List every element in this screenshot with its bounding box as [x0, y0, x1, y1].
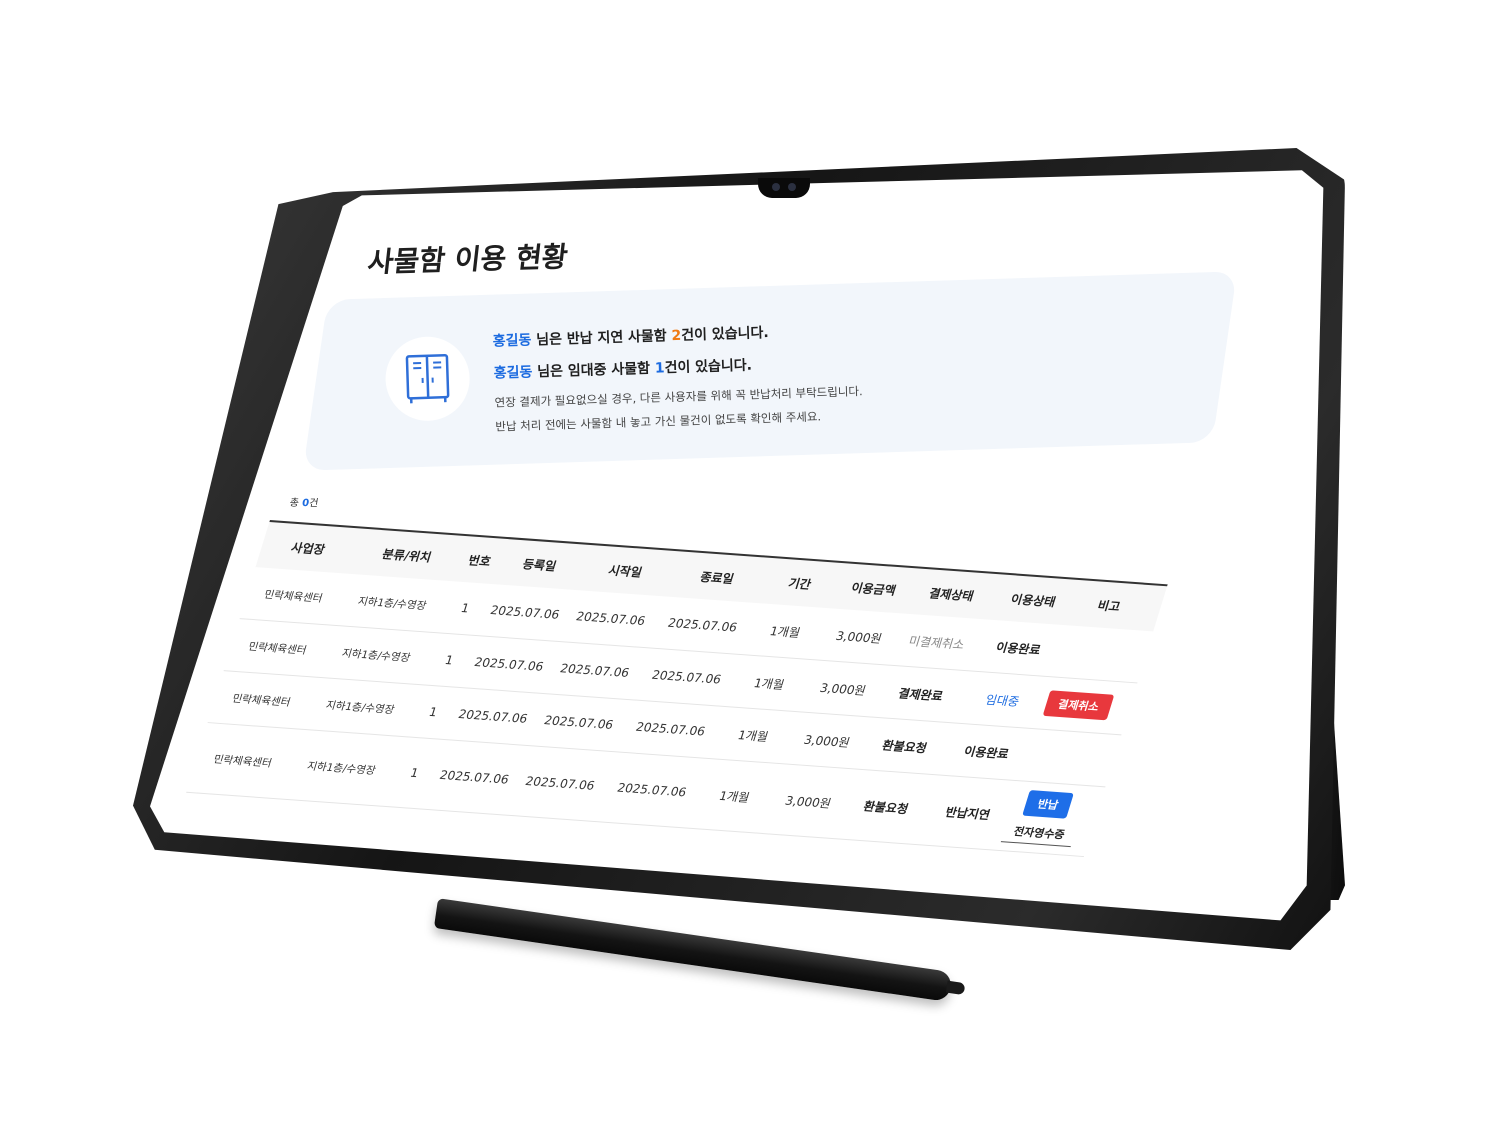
usage-status: 이용완료 — [994, 639, 1043, 657]
col-start: 시작일 — [606, 562, 645, 580]
locker-status-page: 사물함 이용 현황 홍길동 님은 반납 지연 사물함 2건이 있습니다. 홍길동… — [150, 170, 1323, 920]
col-registered: 등록일 — [520, 556, 559, 573]
payment-status: 환불요청 — [861, 798, 911, 816]
payment-status: 환불요청 — [880, 738, 929, 755]
payment-status: 미결제취소 — [907, 633, 967, 652]
col-usage: 이용상태 — [1009, 591, 1058, 609]
payment-status: 결제완료 — [896, 686, 945, 703]
col-payment: 결제상태 — [927, 585, 976, 603]
return-button[interactable]: 반납 — [1022, 790, 1075, 819]
user-name: 홍길동 — [492, 332, 532, 350]
col-location: 분류/위치 — [380, 546, 434, 564]
notice-text: 홍길동 님은 반납 지연 사물함 2건이 있습니다. 홍길동 님은 임대중 사물… — [492, 308, 1215, 443]
col-end: 종료일 — [698, 569, 736, 586]
col-amount: 이용금액 — [849, 580, 898, 598]
page-title: 사물함 이용 현황 — [366, 240, 570, 279]
notice-box: 홍길동 님은 반납 지연 사물함 2건이 있습니다. 홍길동 님은 임대중 사물… — [302, 271, 1238, 471]
usage-status: 임대중 — [983, 692, 1022, 709]
col-number: 번호 — [466, 552, 493, 569]
tablet-screen: 사물함 이용 현황 홍길동 님은 반납 지연 사물함 2건이 있습니다. 홍길동… — [150, 170, 1324, 921]
locker-table: 사업장 분류/위치 번호 등록일 시작일 종료일 기간 이용금액 결제상태 이용… — [186, 520, 1168, 858]
front-camera — [758, 178, 810, 198]
e-receipt-link[interactable]: 전자영수증 — [1000, 822, 1077, 848]
renting-count: 1 — [654, 360, 665, 377]
overdue-count: 2 — [671, 327, 682, 345]
user-name: 홍길동 — [493, 364, 533, 382]
cancel-payment-button[interactable]: 결제취소 — [1042, 690, 1115, 721]
stylus-pen — [433, 898, 966, 1003]
locker-icon — [384, 335, 471, 423]
col-place: 사업장 — [289, 540, 327, 557]
col-period: 기간 — [786, 575, 814, 592]
col-note: 비고 — [1096, 598, 1123, 614]
total-count: 총 0건 — [288, 497, 320, 510]
usage-status: 반납지연 — [943, 804, 992, 822]
usage-status: 이용완료 — [962, 743, 1011, 761]
